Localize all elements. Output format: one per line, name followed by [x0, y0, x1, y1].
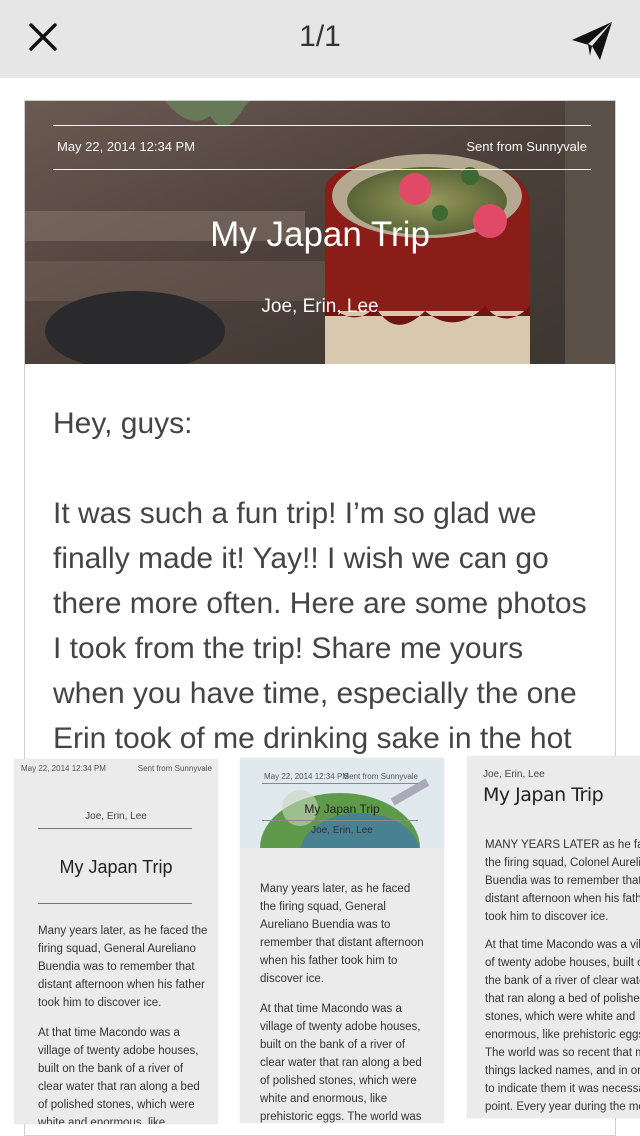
template-line: stones, which were white and [485, 1011, 636, 1023]
template-title: My Japan Trip [483, 784, 604, 806]
letter-line: I took from the trip! Share me yours [53, 632, 524, 665]
template-line: enormous, like prehistoric eggs. [485, 1029, 640, 1041]
template-location: Sent from Sunnyvale [137, 764, 212, 773]
template-header-photo: May 22, 2014 12:34 PM Sent from Sunnyval… [240, 758, 444, 848]
template-body: Many years later, as he faced the firing… [38, 922, 210, 1124]
letter-line: when you have time, especially the one [53, 677, 577, 710]
template-paragraph: Many years later, as he faced the firing… [260, 883, 424, 985]
letter-title: My Japan Trip [210, 215, 430, 254]
template-divider [262, 783, 418, 784]
template-title: My Japan Trip [304, 802, 380, 816]
hero-date: May 22, 2014 12:34 PM [57, 139, 196, 154]
template-paragraph: At that time Macondo was a village of tw… [38, 1027, 200, 1124]
template-recipients: Joe, Erin, Lee [311, 825, 373, 836]
letter-line: Erin took of me drinking sake in the hot [53, 722, 572, 755]
template-date: May 22, 2014 12:34 PM [21, 764, 106, 773]
template-preview-3[interactable]: Joe, Erin, Lee My Japan Trip MANY YEARS … [467, 756, 640, 1118]
template-paragraph: Many years later, as he faced the firing… [38, 925, 208, 1009]
letter-greeting: Hey, guys: [53, 407, 193, 440]
template-line: to indicate them it was necessary [485, 1083, 640, 1095]
template-recipients: Joe, Erin, Lee [85, 811, 147, 822]
template-line: of twenty adobe houses, built on [485, 957, 640, 969]
letter-body[interactable]: Hey, guys: It was such a fun trip! I’m s… [53, 401, 598, 761]
template-body: Many years later, as he faced the firing… [260, 880, 428, 1123]
letter-recipients: Joe, Erin, Lee [261, 296, 379, 317]
template-line: the bank of a river of clear water [485, 975, 640, 987]
template-paragraph: MANY YEARS LATER as he faced the firing … [485, 836, 640, 926]
template-divider [262, 820, 418, 821]
template-paragraph: At that time Macondo was a village of tw… [260, 1003, 422, 1123]
template-divider [38, 828, 192, 829]
template-date: May 22, 2014 12:34 PM [264, 772, 349, 781]
template-line: At that time Macondo was a village [485, 939, 640, 951]
paper-plane-icon [572, 22, 612, 60]
template-line: the firing squad, Colonel Aureliano [485, 857, 640, 869]
letter-line: finally made it! Yay!! I wish we can go [53, 542, 549, 575]
hero-divider [53, 125, 591, 126]
page-counter: 1/1 [299, 20, 341, 53]
template-line: things lacked names, and in order [485, 1065, 640, 1077]
template-divider [38, 903, 192, 904]
template-preview-1[interactable]: May 22, 2014 12:34 PM Sent from Sunnyval… [14, 759, 218, 1124]
template-paragraph: At that time Macondo was a village of tw… [485, 936, 640, 1116]
template-line: distant afternoon when his father [485, 893, 640, 905]
hero-photo: May 22, 2014 12:34 PM Sent from Sunnyval… [25, 101, 615, 364]
template-title: My Japan Trip [59, 857, 173, 877]
template-recipients: Joe, Erin, Lee [483, 769, 545, 780]
template-line: took him to discover ice. [485, 911, 609, 923]
template-line: MANY YEARS LATER as he faced [485, 839, 640, 851]
template-line: Buendia was to remember that [485, 875, 640, 887]
top-bar: 1/1 [0, 0, 640, 78]
letter-line: It was such a fun trip! I’m so glad we [53, 497, 537, 530]
template-preview-2[interactable]: May 22, 2014 12:34 PM Sent from Sunnyval… [240, 758, 444, 1123]
hero-location: Sent from Sunnyvale [466, 139, 587, 154]
send-button[interactable] [570, 18, 616, 64]
template-line: that ran along a bed of polished [485, 993, 640, 1005]
hero-divider [53, 169, 591, 170]
template-line: point. Every year during the month [485, 1101, 640, 1113]
template-body: MANY YEARS LATER as he faced the firing … [485, 836, 640, 1116]
template-location: Sent from Sunnyvale [343, 772, 418, 781]
letter-line: there more often. Here are some photos [53, 587, 587, 620]
template-line: The world was so recent that many [485, 1047, 640, 1059]
